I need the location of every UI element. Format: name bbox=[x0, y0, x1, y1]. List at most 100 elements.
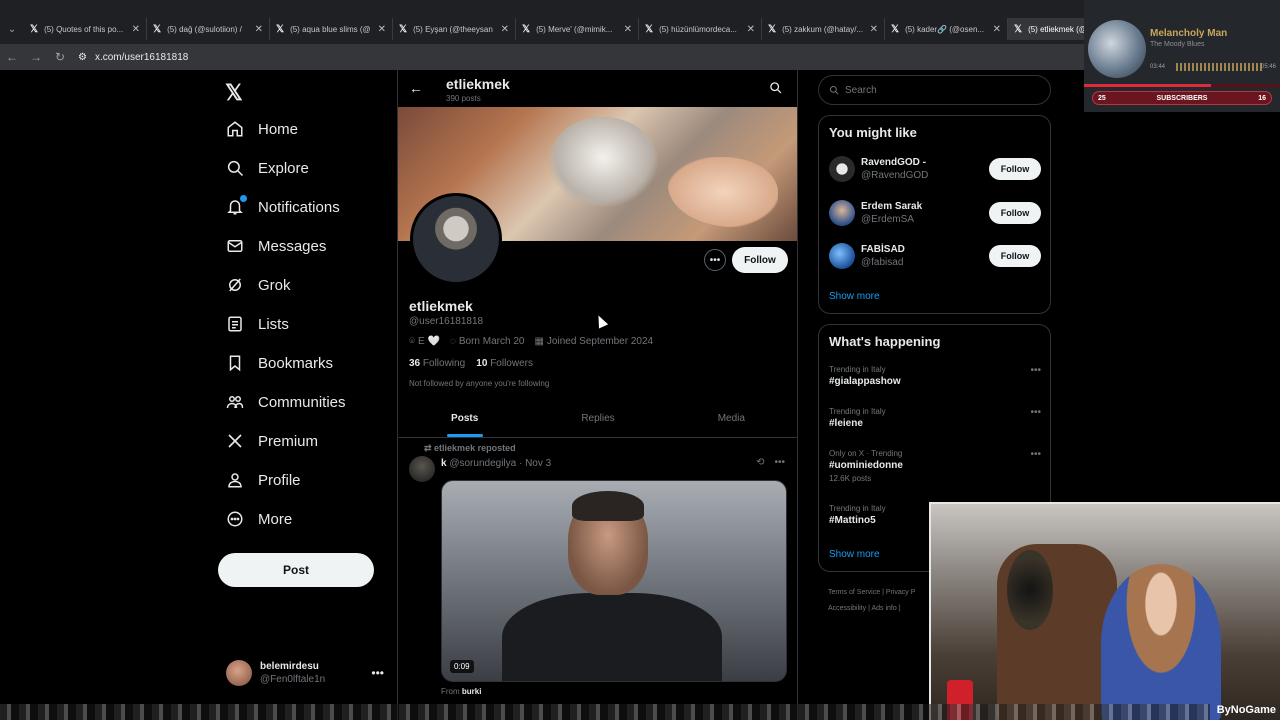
suggestion-row[interactable]: FABİSAD @fabisad Follow bbox=[829, 243, 1041, 273]
browser-tab[interactable]: 𝕏 (5) aqua blue slims (@ ✕ bbox=[270, 18, 393, 40]
close-tab-icon[interactable]: ✕ bbox=[993, 24, 1001, 35]
tab-media[interactable]: Media bbox=[665, 400, 797, 437]
close-tab-icon[interactable]: ✕ bbox=[747, 24, 755, 35]
suggestion-row[interactable]: RavendGOD - @RavendGOD Follow bbox=[829, 156, 1041, 186]
video-source: From burki bbox=[441, 687, 482, 696]
followers-link[interactable]: 10 Followers bbox=[476, 358, 533, 369]
nav-lists[interactable]: Lists bbox=[226, 315, 289, 333]
tweet-actions: ⟲ ••• bbox=[756, 457, 785, 468]
more-circle-icon bbox=[226, 510, 244, 528]
reload-icon[interactable]: ↻ bbox=[48, 50, 72, 64]
nav-bookmarks[interactable]: Bookmarks bbox=[226, 354, 333, 372]
trend-item[interactable]: Only on X · Trending #uominiedonne 12.6K… bbox=[829, 449, 1041, 483]
webcam-overlay bbox=[929, 502, 1280, 720]
nav-premium[interactable]: Premium bbox=[226, 432, 318, 450]
profile-meta: ⌾ E 🤍 ◌ Born March 20 ▦ Joined September 20… bbox=[409, 336, 653, 347]
more-options-button[interactable]: ••• bbox=[704, 249, 726, 271]
tab-search-icon[interactable]: ⌄ bbox=[0, 18, 24, 40]
card-title: What's happening bbox=[829, 334, 941, 349]
suggestion-row[interactable]: Erdem Sarak @ErdemSA Follow bbox=[829, 200, 1041, 230]
stream-watermark: ByNoGame bbox=[1216, 704, 1276, 716]
close-tab-icon[interactable]: ✕ bbox=[378, 24, 386, 35]
x-favicon-icon: 𝕏 bbox=[30, 23, 39, 35]
music-widget: Melancholy Man The Moody Blues 03:44 05:… bbox=[1084, 0, 1280, 112]
following-link[interactable]: 36 Following bbox=[409, 358, 465, 369]
person-icon bbox=[226, 471, 244, 489]
nav-home[interactable]: Home bbox=[226, 120, 298, 138]
back-arrow-icon[interactable]: ← bbox=[0, 50, 24, 64]
browser-tab[interactable]: 𝕏 (5) Eyşan (@theeysan ✕ bbox=[393, 18, 516, 40]
search-input[interactable]: Search bbox=[818, 75, 1051, 105]
balloon-icon: ◌ bbox=[449, 336, 456, 347]
close-tab-icon[interactable]: ✕ bbox=[255, 24, 263, 35]
profile-avatar[interactable] bbox=[410, 193, 502, 285]
nav-grok[interactable]: Grok bbox=[226, 276, 291, 294]
close-tab-icon[interactable]: ✕ bbox=[870, 24, 878, 35]
show-more-link[interactable]: Show more bbox=[829, 549, 880, 560]
tab-strip: ⌄ 𝕏 (5) Quotes of this po... ✕ 𝕏 (5) dağ (@… bbox=[0, 18, 1145, 40]
browser-tab[interactable]: 𝕏 (5) zakkum (@hatay/... ✕ bbox=[762, 18, 885, 40]
tab-posts[interactable]: Posts bbox=[398, 400, 531, 437]
song-time-current: 03:44 bbox=[1150, 64, 1166, 70]
grok-icon[interactable]: ⟲ bbox=[756, 457, 764, 468]
browser-tab[interactable]: 𝕏 (5) dağ (@sulotiion) / ✕ bbox=[147, 18, 270, 40]
avatar bbox=[829, 243, 855, 269]
x-favicon-icon: 𝕏 bbox=[768, 23, 777, 35]
nav-messages[interactable]: Messages bbox=[226, 237, 326, 255]
follow-button[interactable]: Follow bbox=[732, 247, 788, 273]
tweet-avatar[interactable] bbox=[409, 456, 435, 482]
browser-tab[interactable]: 𝕏 (5) Merve' (@mimik... ✕ bbox=[516, 18, 639, 40]
post-button[interactable]: Post bbox=[218, 553, 374, 587]
location-pin-icon: ⌾ bbox=[409, 336, 415, 347]
banner-cat-image bbox=[548, 117, 658, 207]
tweet-video[interactable]: 0:09 bbox=[441, 480, 787, 682]
search-icon[interactable] bbox=[769, 81, 782, 99]
you-might-like-card: You might like RavendGOD - @RavendGOD Fo… bbox=[818, 115, 1051, 314]
nav-more[interactable]: More bbox=[226, 510, 292, 528]
x-favicon-icon: 𝕏 bbox=[1014, 23, 1023, 35]
video-duration: 0:09 bbox=[450, 660, 474, 673]
nav-explore[interactable]: Explore bbox=[226, 159, 309, 177]
browser-tab[interactable]: 𝕏 (5) hüzünlümordeca... ✕ bbox=[639, 18, 762, 40]
more-dots-icon[interactable]: ••• bbox=[371, 666, 384, 680]
site-info-icon[interactable]: ⚙ bbox=[78, 52, 87, 63]
url-field[interactable]: ⚙ x.com/user16181818 bbox=[78, 52, 188, 63]
back-arrow-icon[interactable]: ← bbox=[409, 80, 423, 96]
list-icon bbox=[226, 315, 244, 333]
home-icon bbox=[226, 120, 244, 138]
song-progress-bar bbox=[1084, 84, 1280, 87]
notification-badge bbox=[239, 194, 248, 203]
webcam-person bbox=[1101, 564, 1221, 720]
close-tab-icon[interactable]: ✕ bbox=[624, 24, 632, 35]
stream-glitch-bar bbox=[0, 704, 1210, 720]
nav-notifications[interactable]: Notifications bbox=[226, 194, 340, 216]
follow-button[interactable]: Follow bbox=[989, 245, 1041, 267]
close-tab-icon[interactable]: ✕ bbox=[132, 24, 140, 35]
profile-joined: ▦ Joined September 2024 bbox=[534, 336, 654, 347]
x-logo-icon[interactable]: 𝕏 bbox=[225, 80, 243, 106]
tab-replies[interactable]: Replies bbox=[531, 400, 664, 437]
close-tab-icon[interactable]: ✕ bbox=[501, 24, 509, 35]
more-dots-icon[interactable]: ••• bbox=[1030, 365, 1041, 376]
more-dots-icon[interactable]: ••• bbox=[1030, 407, 1041, 418]
avatar bbox=[829, 200, 855, 226]
trend-item[interactable]: Trending in Italy #gialappashow ••• bbox=[829, 365, 1041, 387]
album-art bbox=[1088, 20, 1146, 78]
trend-item[interactable]: Trending in Italy #leiene ••• bbox=[829, 407, 1041, 429]
show-more-link[interactable]: Show more bbox=[829, 291, 880, 302]
nav-communities[interactable]: Communities bbox=[226, 393, 346, 411]
song-title: Melancholy Man bbox=[1150, 28, 1228, 39]
x-favicon-icon: 𝕏 bbox=[645, 23, 654, 35]
follow-button[interactable]: Follow bbox=[989, 158, 1041, 180]
account-switcher[interactable]: belemirdesu @Fen0lftale1n ••• bbox=[226, 660, 386, 690]
forward-arrow-icon[interactable]: → bbox=[24, 50, 48, 64]
browser-tab[interactable]: 𝕏 (5) Quotes of this po... ✕ bbox=[24, 18, 147, 40]
song-artist: The Moody Blues bbox=[1150, 41, 1205, 48]
avatar bbox=[226, 660, 252, 686]
more-dots-icon[interactable]: ••• bbox=[1030, 449, 1041, 460]
more-dots-icon[interactable]: ••• bbox=[774, 457, 785, 468]
subscriber-goal-bar: 25 SUBSCRIBERS 16 bbox=[1092, 91, 1272, 105]
browser-tab[interactable]: 𝕏 (5) kader🔗 (@osen... ✕ bbox=[885, 18, 1008, 40]
nav-profile[interactable]: Profile bbox=[226, 471, 301, 489]
follow-button[interactable]: Follow bbox=[989, 202, 1041, 224]
